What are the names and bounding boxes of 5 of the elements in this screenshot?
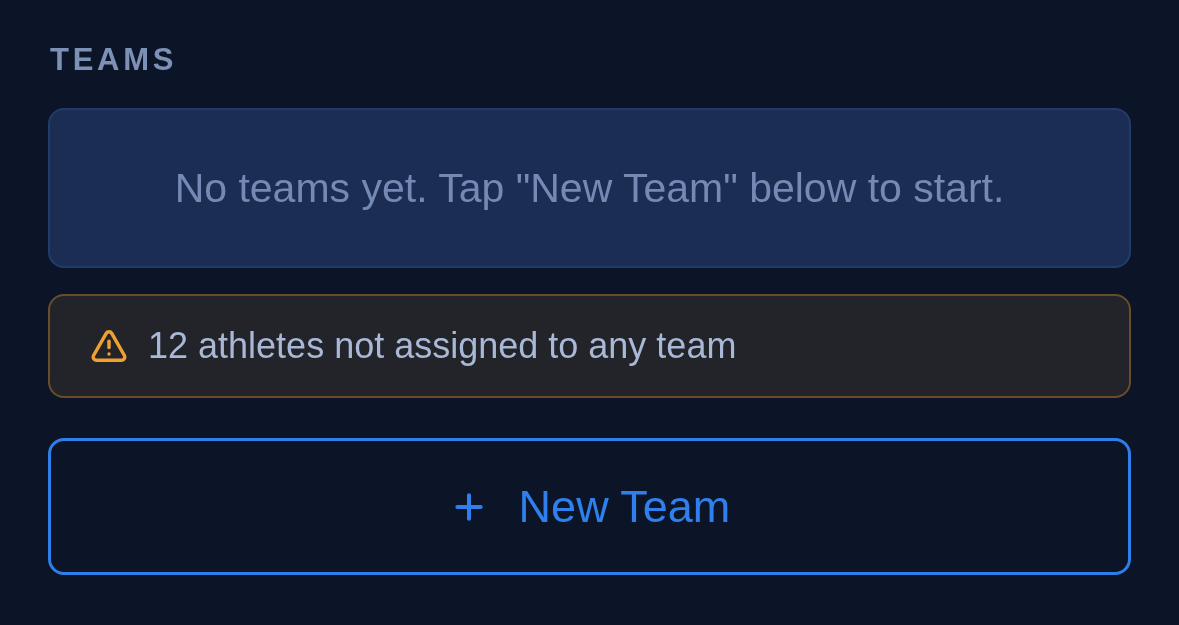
section-heading: TEAMS bbox=[50, 41, 178, 79]
empty-state-message: No teams yet. Tap "New Team" below to start. bbox=[174, 164, 1005, 212]
warning-message: 12 athletes not assigned to any team bbox=[148, 325, 737, 367]
warning-icon bbox=[90, 327, 128, 365]
new-team-button[interactable]: New Team bbox=[48, 438, 1131, 575]
